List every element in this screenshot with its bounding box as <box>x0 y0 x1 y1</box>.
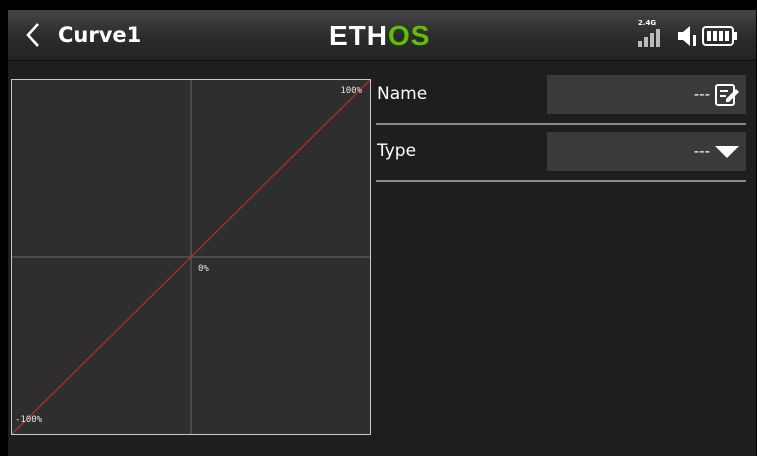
battery-icon <box>702 26 738 46</box>
header-bar: Curve1 ETHOS 2.4G <box>8 10 756 61</box>
curve-plot <box>12 80 370 434</box>
edit-icon <box>715 84 739 106</box>
name-field[interactable]: --- <box>547 75 746 114</box>
chart-label-min: -100% <box>15 415 43 425</box>
page-title: Curve1 <box>58 23 142 47</box>
chart-label-max: 100% <box>340 86 362 96</box>
type-label: Type <box>377 141 417 161</box>
type-dropdown[interactable]: --- <box>547 132 746 171</box>
back-button[interactable] <box>22 21 46 49</box>
speaker-icon <box>676 23 698 49</box>
name-label: Name <box>377 84 428 104</box>
name-value: --- <box>693 85 710 103</box>
status-icons: 2.4G <box>638 19 748 49</box>
type-value: --- <box>693 142 710 160</box>
dropdown-arrow-icon <box>715 146 739 158</box>
ethos-logo: ETHOS <box>329 20 431 51</box>
screen: Curve1 ETHOS 2.4G 100% 0% -100% Name ---… <box>8 10 756 456</box>
type-row: Type --- <box>376 130 746 182</box>
chart-label-zero: 0% <box>198 264 209 274</box>
signal-strength-icon: 2.4G <box>638 19 668 49</box>
chevron-left-icon <box>26 23 39 47</box>
name-row: Name --- <box>376 73 746 125</box>
curve-chart[interactable]: 100% 0% -100% <box>11 79 371 435</box>
